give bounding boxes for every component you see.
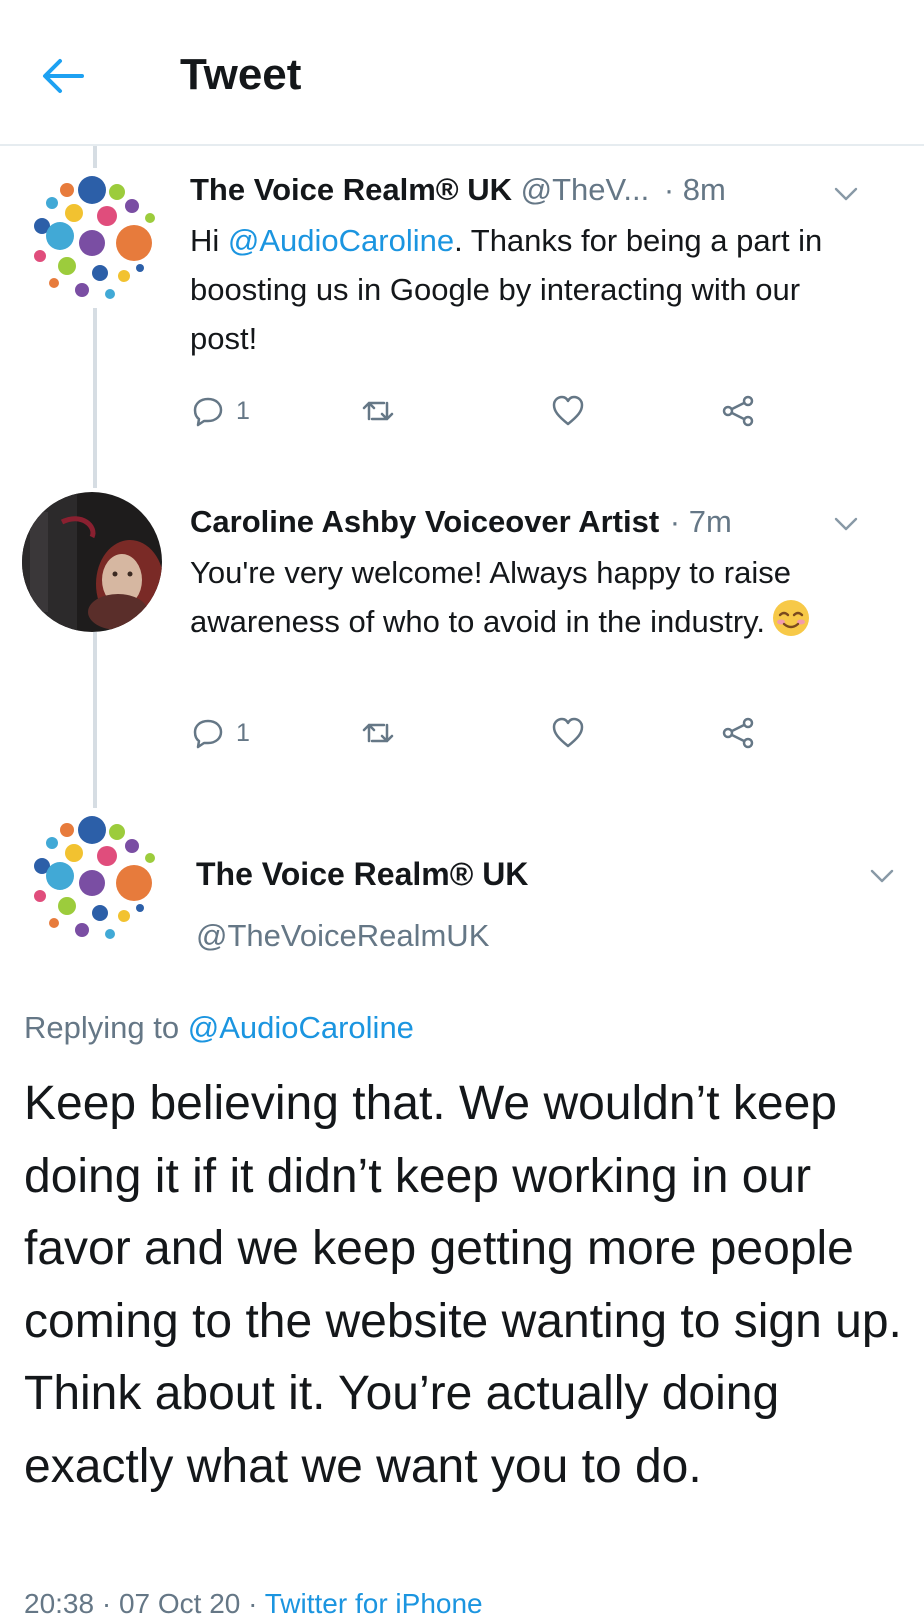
handle[interactable]: @TheV...: [521, 172, 650, 207]
handle[interactable]: @TheVoiceRealmUK: [196, 918, 489, 954]
reply-button[interactable]: 1: [190, 386, 250, 436]
smiling-face-icon: [772, 600, 809, 636]
display-name[interactable]: The Voice Realm® UK: [190, 172, 512, 207]
avatar[interactable]: [22, 808, 162, 948]
more-options-button[interactable]: [832, 184, 860, 204]
more-options-button[interactable]: [832, 514, 860, 534]
chevron-down-icon: [834, 517, 858, 531]
smiling-face-emoji: [771, 598, 811, 638]
source-link[interactable]: Twitter for iPhone: [265, 1588, 483, 1619]
replying-label: Replying to: [24, 1010, 188, 1045]
display-name[interactable]: The Voice Realm® UK: [196, 856, 528, 893]
tweet-text: Keep believing that. We wouldn’t keep do…: [24, 1077, 902, 1493]
tweet-header: The Voice Realm® UK @TheV... · 8m: [190, 172, 726, 208]
like-button[interactable]: [550, 708, 586, 758]
back-button[interactable]: [34, 46, 94, 106]
arrow-left-icon: [43, 59, 84, 93]
thread-line: [93, 146, 97, 168]
dots-logo-icon: [22, 808, 162, 948]
retweet-button[interactable]: [360, 386, 396, 436]
display-name[interactable]: Caroline Ashby Voiceover Artist: [190, 504, 659, 539]
page-title: Tweet: [180, 50, 302, 99]
reply-button[interactable]: 1: [190, 708, 250, 758]
reply-icon: [193, 719, 223, 749]
retweet-icon: [362, 401, 394, 421]
chevron-down-icon: [870, 869, 894, 883]
share-icon: [722, 395, 754, 427]
timestamp: 20:38 · 07 Oct 20 ·: [24, 1588, 265, 1619]
retweet-button[interactable]: [360, 708, 396, 758]
chevron-down-icon: [834, 187, 858, 201]
timestamp: · 7m: [669, 504, 732, 539]
thread-line: [93, 308, 97, 488]
heart-icon: [552, 395, 584, 426]
share-button[interactable]: [720, 386, 756, 436]
tweet-text: Hi @AudioCaroline. Thanks for being a pa…: [190, 216, 870, 363]
like-button[interactable]: [550, 386, 586, 436]
tweet-text: You're very welcome! Always happy to rai…: [190, 548, 850, 646]
reply-count: 1: [236, 718, 250, 747]
share-button[interactable]: [720, 708, 756, 758]
thread-line: [93, 632, 97, 808]
tweet-text-part: You're very welcome! Always happy to rai…: [190, 555, 791, 639]
tweet-text-part: Hi: [190, 223, 228, 258]
dots-logo-icon: [22, 168, 162, 308]
tweet-actions: 1: [190, 708, 790, 758]
heart-icon: [552, 717, 584, 748]
mention-link[interactable]: @AudioCaroline: [188, 1010, 414, 1045]
retweet-icon: [362, 723, 394, 743]
tweet-header: Caroline Ashby Voiceover Artist · 7m: [190, 504, 732, 540]
timestamp: · 8m: [663, 172, 726, 207]
mention-link[interactable]: @AudioCaroline: [228, 223, 454, 258]
profile-photo: [22, 492, 162, 632]
avatar[interactable]: [22, 168, 162, 308]
reply-count: 1: [236, 396, 250, 425]
avatar[interactable]: [22, 492, 162, 632]
tweet-actions: 1: [190, 386, 790, 436]
share-icon: [722, 717, 754, 749]
more-options-button[interactable]: [868, 866, 896, 886]
top-bar: Tweet: [0, 0, 924, 146]
replying-to: Replying to @AudioCaroline: [24, 1010, 414, 1046]
tweet-meta: 20:38 · 07 Oct 20 · Twitter for iPhone: [24, 1588, 483, 1620]
reply-icon: [193, 397, 223, 427]
